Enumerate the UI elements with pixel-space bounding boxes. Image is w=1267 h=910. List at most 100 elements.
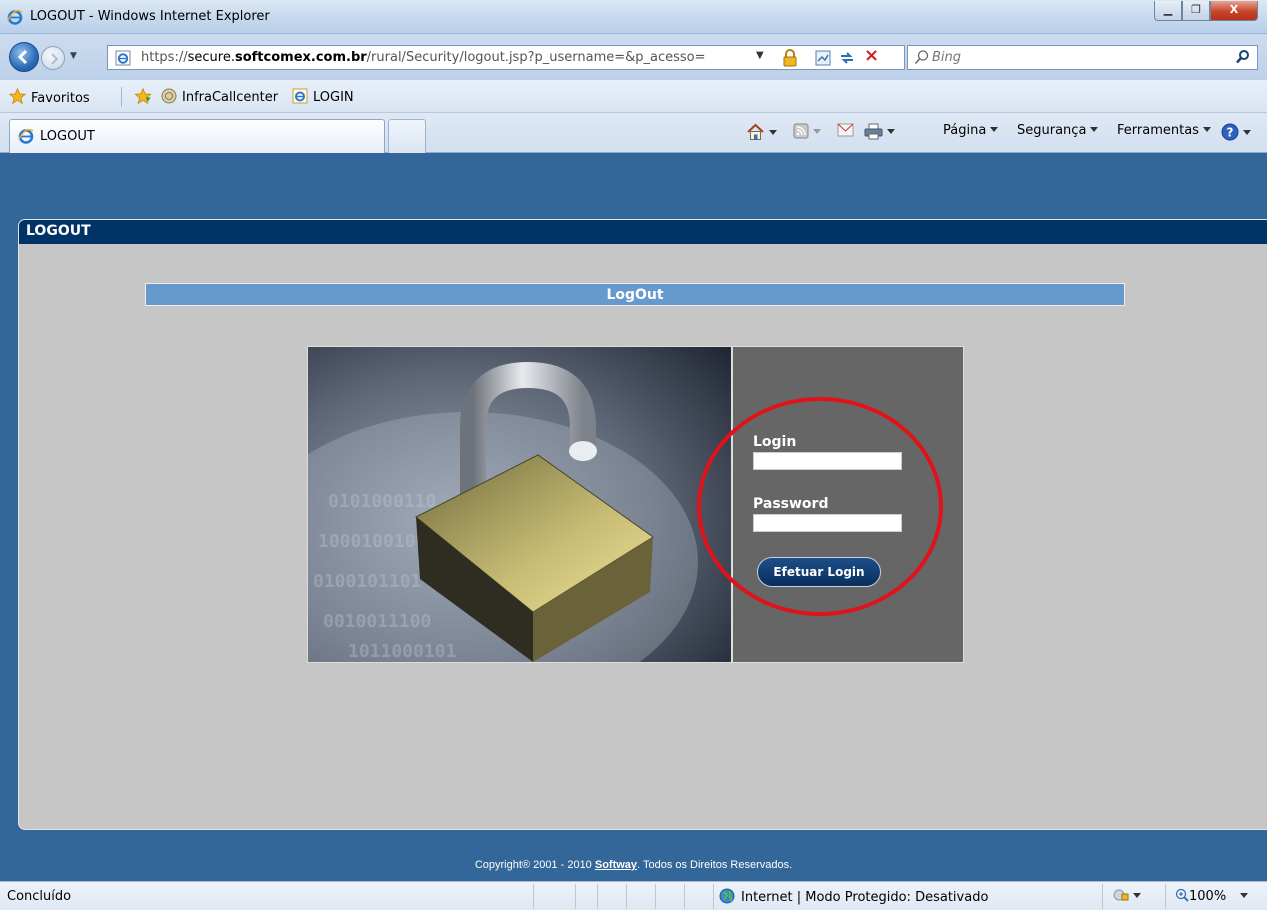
addons-dropdown-icon — [1133, 893, 1141, 898]
window-title: LOGOUT - Windows Internet Explorer — [30, 9, 270, 24]
favorite-link-login[interactable]: LOGIN — [292, 88, 354, 105]
separator — [713, 884, 714, 909]
search-input[interactable] — [932, 48, 1222, 67]
stop-icon[interactable]: × — [864, 47, 882, 65]
protected-mode-icon — [1113, 889, 1129, 901]
rss-feed-icon — [793, 123, 809, 139]
restore-icon: ❐ — [1191, 3, 1201, 16]
search-box[interactable] — [907, 45, 1258, 70]
close-icon: X — [1229, 3, 1239, 16]
internet-explorer-icon — [7, 9, 23, 25]
svg-text:0100101101: 0100101101 — [313, 571, 421, 592]
add-ons-button[interactable] — [1113, 888, 1141, 904]
separator — [655, 884, 656, 909]
internet-explorer-icon — [18, 128, 34, 144]
minimize-button[interactable]: ▁ — [1154, 1, 1182, 21]
page-ie-icon — [115, 50, 131, 66]
separator — [1102, 884, 1103, 909]
forward-button[interactable] — [41, 46, 65, 70]
separator — [597, 884, 598, 909]
panel-title: LOGOUT — [26, 223, 91, 239]
help-icon: ? — [1221, 123, 1239, 141]
url-text[interactable]: https://secure.softcomex.com.br/rural/Se… — [141, 50, 706, 65]
section-title-bar: LogOut — [145, 283, 1125, 306]
maximize-button[interactable]: ❐ — [1182, 1, 1210, 21]
feeds-dropdown-icon[interactable] — [813, 129, 821, 134]
search-go-icon[interactable] — [1235, 49, 1251, 65]
login-label: Login — [753, 434, 797, 450]
copyright-footer: Copyright® 2001 - 2010 Softway. Todos os… — [474, 859, 793, 871]
ie-page-icon — [292, 88, 308, 104]
window-title-bar: LOGOUT - Windows Internet Explorer ▁ ❐ X — [0, 0, 1267, 34]
add-to-favorites-bar-button[interactable] — [134, 88, 157, 106]
back-button[interactable] — [9, 42, 39, 72]
login-box: 0101000110 1000100100 0100101101 0010011… — [307, 346, 964, 663]
compatibility-view-icon[interactable] — [814, 49, 832, 67]
separator — [121, 87, 122, 107]
print-dropdown-icon[interactable] — [887, 129, 895, 134]
web-page: LOGOUT LogOut 0101000110 1000100100 0100… — [0, 153, 1267, 881]
feeds-button[interactable] — [793, 123, 821, 140]
open-padlock-image: 0101000110 1000100100 0100101101 0010011… — [308, 347, 731, 662]
refresh-icon[interactable] — [838, 49, 856, 67]
printer-icon — [864, 123, 883, 140]
read-mail-button[interactable] — [837, 123, 854, 139]
logout-panel: LOGOUT LogOut 0101000110 1000100100 0100… — [18, 219, 1267, 830]
star-icon — [9, 88, 26, 105]
tools-menu[interactable]: Ferramentas — [1117, 123, 1211, 138]
add-favorite-star-icon — [134, 88, 152, 105]
page-menu[interactable]: Página — [943, 123, 999, 138]
login-input[interactable] — [753, 452, 902, 470]
new-tab-button[interactable] — [388, 119, 426, 153]
security-menu[interactable]: Segurança — [1017, 123, 1099, 138]
tab-logout[interactable]: LOGOUT — [9, 119, 385, 153]
favorites-button[interactable]: Favoritos — [9, 88, 90, 106]
address-dropdown-icon[interactable]: ▼ — [756, 50, 764, 61]
back-arrow-icon — [17, 49, 28, 65]
home-button[interactable] — [746, 123, 777, 141]
security-lock-icon[interactable] — [780, 48, 800, 68]
security-menu-dropdown-icon — [1090, 127, 1099, 132]
separator — [533, 884, 534, 909]
tab-label: LOGOUT — [40, 129, 95, 144]
separator — [684, 884, 685, 909]
help-menu[interactable]: ? — [1221, 123, 1251, 141]
svg-text:?: ? — [1227, 126, 1234, 140]
svg-text:1011000101: 1011000101 — [348, 641, 456, 662]
separator — [1165, 884, 1166, 909]
status-bar: Concluído Internet | Modo Protegido: Des… — [0, 881, 1267, 910]
zoom-icon — [1175, 888, 1189, 902]
minimize-icon: ▁ — [1163, 3, 1173, 16]
zoom-control[interactable]: 100% — [1175, 888, 1249, 904]
login-form: Login Password Efetuar Login — [733, 347, 963, 662]
close-button[interactable]: X — [1210, 1, 1258, 21]
panel-header: LOGOUT — [19, 220, 1267, 244]
search-icon — [914, 50, 929, 65]
home-dropdown-icon[interactable] — [769, 130, 777, 135]
forward-arrow-icon — [51, 53, 59, 65]
recent-pages-dropdown[interactable]: ▼ — [70, 51, 80, 61]
favorite-link-infracallcenter[interactable]: InfraCallcenter — [161, 88, 278, 105]
print-button[interactable] — [864, 123, 895, 140]
web-slice-icon — [161, 88, 177, 104]
page-menu-dropdown-icon — [990, 127, 999, 132]
svg-text:0010011100: 0010011100 — [323, 611, 431, 632]
svg-text:1000100100: 1000100100 — [318, 531, 426, 552]
separator — [626, 884, 627, 909]
tools-menu-dropdown-icon — [1202, 127, 1211, 132]
security-zone[interactable]: Internet | Modo Protegido: Desativado — [719, 888, 988, 905]
home-icon — [747, 123, 764, 140]
separator — [575, 884, 576, 909]
svg-text:0101000110: 0101000110 — [328, 491, 436, 512]
internet-globe-icon — [719, 888, 735, 904]
login-submit-button[interactable]: Efetuar Login — [757, 557, 881, 587]
password-input[interactable] — [753, 514, 902, 532]
status-text: Concluído — [7, 889, 72, 904]
tab-and-command-bar: LOGOUT Página Segurança Ferramentas ? — [0, 113, 1267, 153]
help-dropdown-icon — [1243, 130, 1251, 135]
mail-icon — [837, 123, 854, 137]
favorites-bar: Favoritos InfraCallcenter LOGIN — [0, 80, 1267, 113]
softway-link[interactable]: Softway — [595, 859, 637, 871]
address-bar[interactable]: https://secure.softcomex.com.br/rural/Se… — [107, 45, 905, 70]
zoom-level: 100% — [1189, 889, 1227, 904]
